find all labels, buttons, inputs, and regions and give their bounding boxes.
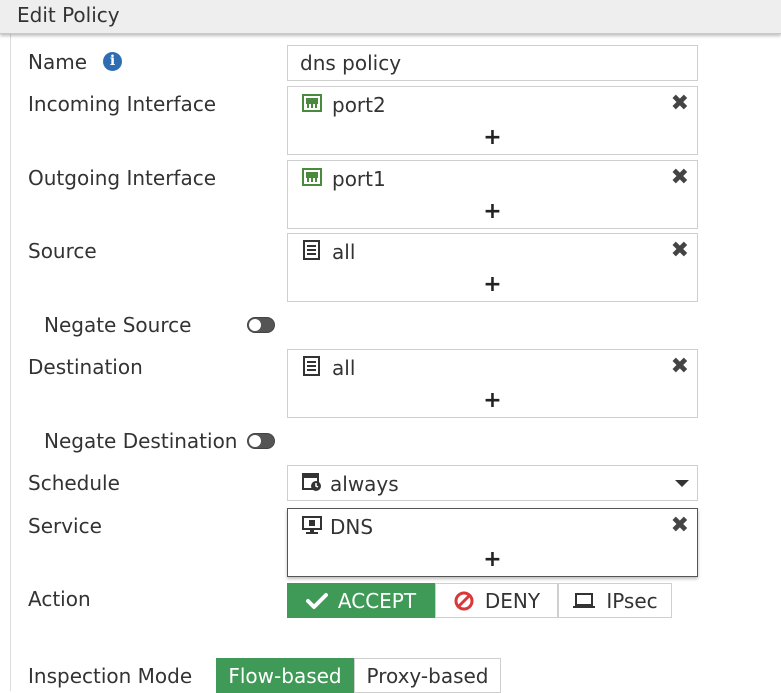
outgoing-interface-value: port1: [332, 167, 386, 191]
inspection-mode-label: Inspection Mode: [28, 664, 193, 688]
service-monitor-icon: [302, 515, 322, 539]
dialog-title: Edit Policy: [17, 3, 120, 27]
inspection-proxy-based-label: Proxy-based: [366, 663, 489, 688]
source-field[interactable]: all ✖ +: [287, 233, 698, 302]
schedule-select[interactable]: always: [287, 465, 698, 501]
inspection-proxy-based-button[interactable]: Proxy-based: [354, 658, 501, 693]
action-button-group: ACCEPT DENY IPsec: [287, 583, 672, 618]
action-deny-button[interactable]: DENY: [435, 583, 558, 618]
info-icon[interactable]: i: [103, 52, 122, 71]
remove-incoming-icon[interactable]: ✖: [671, 92, 689, 116]
negate-source-label: Negate Source: [44, 313, 192, 337]
incoming-interface-label: Incoming Interface: [28, 92, 217, 116]
network-port-icon: [302, 94, 322, 116]
outgoing-interface-entry: port1: [302, 167, 386, 191]
remove-destination-icon[interactable]: ✖: [671, 355, 689, 379]
service-label: Service: [28, 514, 102, 538]
source-value: all: [332, 240, 356, 264]
outgoing-interface-field[interactable]: port1 ✖ +: [287, 160, 698, 229]
add-service-button[interactable]: +: [483, 548, 501, 572]
remove-service-icon[interactable]: ✖: [671, 514, 689, 538]
add-source-button[interactable]: +: [483, 273, 501, 297]
incoming-interface-value: port2: [332, 93, 386, 117]
add-outgoing-button[interactable]: +: [483, 200, 501, 224]
add-incoming-button[interactable]: +: [483, 126, 501, 150]
destination-field[interactable]: all ✖ +: [287, 349, 698, 418]
incoming-interface-entry: port2: [302, 93, 386, 117]
name-input[interactable]: dns policy: [287, 45, 698, 81]
schedule-label: Schedule: [28, 471, 120, 495]
inspection-flow-based-label: Flow-based: [228, 663, 342, 688]
negate-destination-label: Negate Destination: [44, 429, 238, 453]
remove-outgoing-icon[interactable]: ✖: [671, 166, 689, 190]
destination-value: all: [332, 356, 356, 380]
calendar-clock-icon: [302, 472, 322, 496]
destination-entry: all: [302, 356, 355, 380]
add-destination-button[interactable]: +: [483, 389, 501, 413]
action-deny-label: DENY: [484, 588, 541, 613]
outgoing-interface-label: Outgoing Interface: [28, 166, 217, 190]
action-label: Action: [28, 587, 91, 611]
deny-icon: [453, 590, 475, 612]
service-entry: DNS: [302, 515, 373, 539]
check-icon: [305, 592, 328, 610]
source-label: Source: [28, 239, 97, 263]
schedule-entry: always: [302, 472, 399, 496]
schedule-value: always: [330, 472, 399, 496]
inspection-flow-based-button[interactable]: Flow-based: [216, 658, 354, 693]
laptop-icon: [572, 592, 596, 610]
destination-label: Destination: [28, 355, 143, 379]
action-accept-button[interactable]: ACCEPT: [287, 583, 435, 618]
incoming-interface-field[interactable]: port2 ✖ +: [287, 86, 698, 155]
source-entry: all: [302, 240, 355, 264]
inspection-mode-button-group: Flow-based Proxy-based: [216, 658, 501, 693]
network-port-icon: [302, 168, 322, 190]
action-accept-label: ACCEPT: [337, 588, 417, 613]
chevron-down-icon: [675, 480, 689, 487]
dialog-header: Edit Policy: [0, 0, 781, 34]
address-book-icon: [302, 240, 322, 264]
address-book-icon: [302, 356, 322, 380]
negate-destination-toggle[interactable]: [247, 433, 275, 449]
name-label: Name: [28, 50, 88, 74]
negate-source-toggle[interactable]: [247, 317, 275, 333]
remove-source-icon[interactable]: ✖: [671, 239, 689, 263]
action-ipsec-label: IPsec: [606, 588, 658, 613]
service-field[interactable]: DNS ✖ +: [287, 508, 698, 577]
service-value: DNS: [330, 515, 374, 539]
action-ipsec-button[interactable]: IPsec: [558, 583, 672, 618]
